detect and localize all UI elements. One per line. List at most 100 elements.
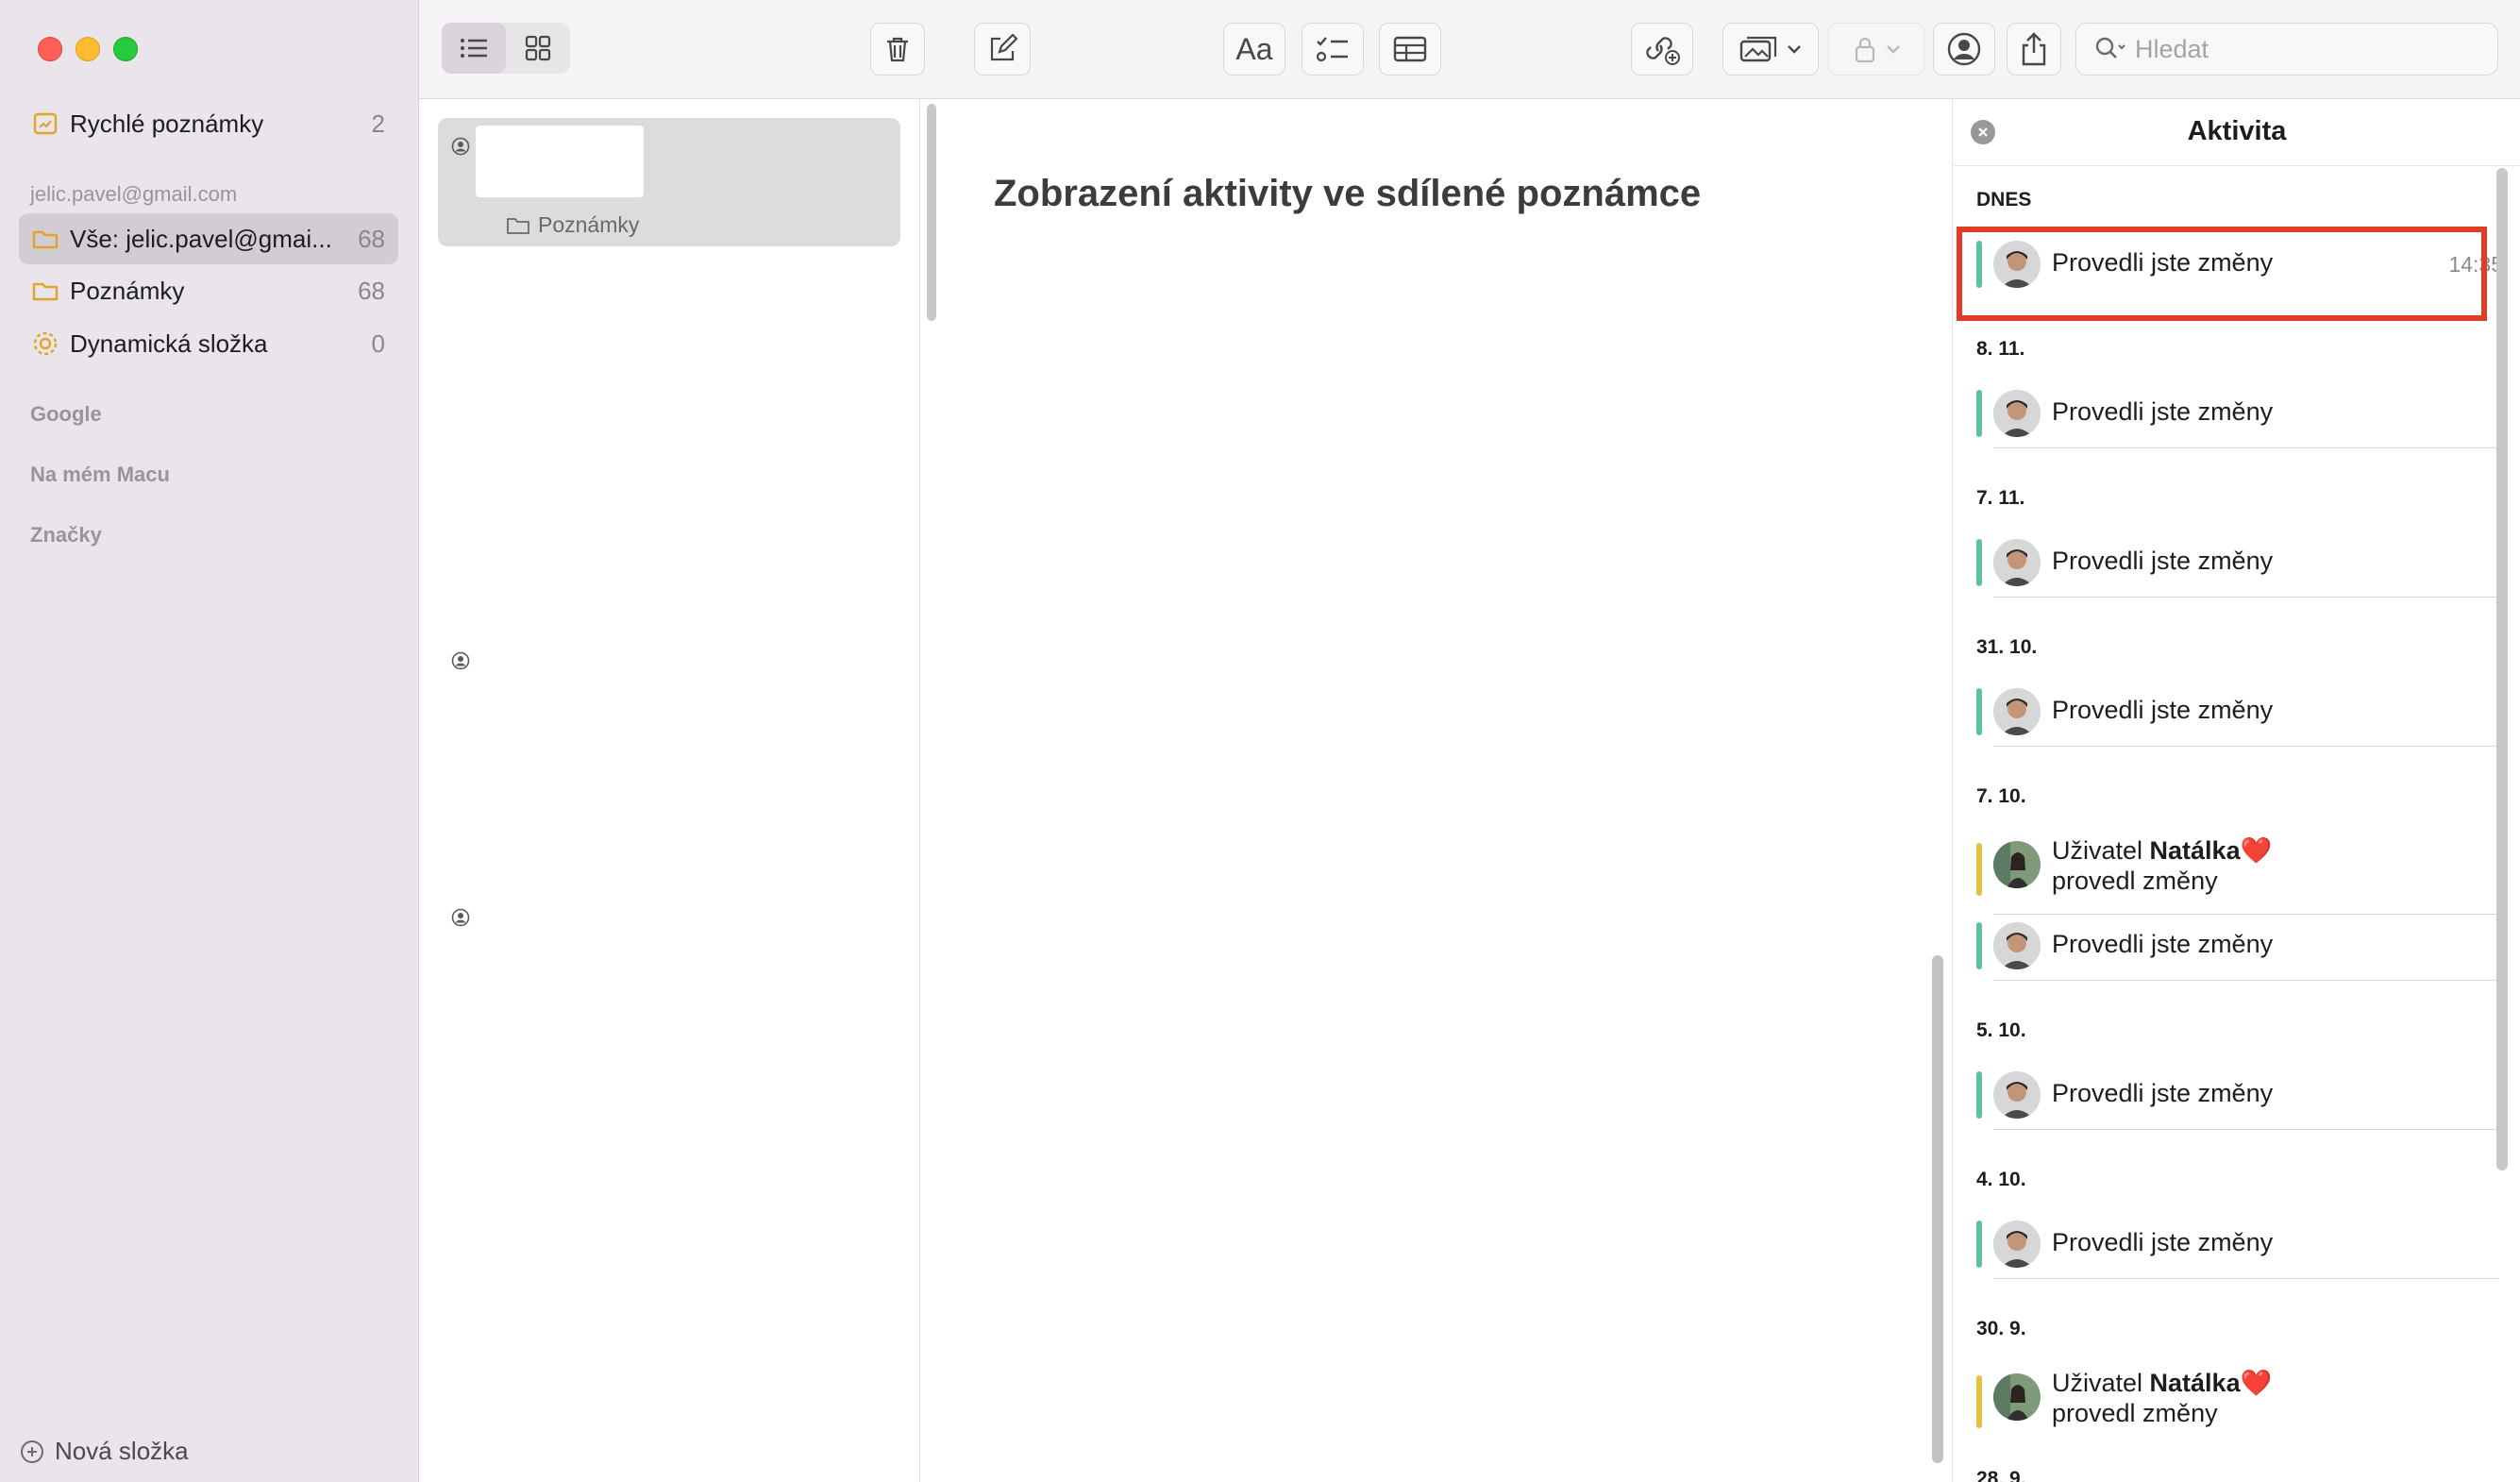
new-folder-label: Nová složka	[55, 1437, 189, 1465]
gallery-view-button[interactable]	[506, 23, 570, 74]
minimize-window-button[interactable]	[76, 37, 100, 61]
activity-scrollbar[interactable]	[2496, 168, 2508, 1170]
media-button[interactable]	[1722, 23, 1819, 76]
avatar	[1993, 1071, 2041, 1119]
avatar	[1993, 1373, 2041, 1421]
avatar	[1993, 539, 2041, 586]
entry-prefix: Uživatel	[2052, 836, 2150, 865]
sidebar-item-all[interactable]: Vše: jelic.pavel@gmai... 68	[19, 213, 398, 264]
activity-entry-text: Uživatel Natálka❤️	[2052, 1368, 2272, 1398]
activity-entry-text: Provedli jste změny	[2052, 397, 2274, 426]
shared-note-icon	[451, 908, 470, 927]
activity-entry-text: Provedli jste změny	[2052, 1079, 2274, 1107]
lock-button[interactable]	[1828, 23, 1924, 76]
folder-icon	[506, 215, 530, 236]
link-add-icon	[1643, 32, 1681, 66]
photo-icon	[1739, 34, 1781, 64]
folder-icon	[30, 276, 60, 306]
notes-list: Poznámky	[419, 99, 920, 1482]
self-color-bar	[1976, 1071, 1982, 1119]
note-title[interactable]: Zobrazení aktivity ve sdílené poznámce	[994, 173, 1701, 215]
note-folder-label: Poznámky	[538, 212, 640, 237]
note-folder: Poznámky	[506, 212, 639, 238]
note-thumbnail	[476, 126, 644, 197]
activity-entry[interactable]: Provedli jste změny	[1976, 1064, 2520, 1130]
table-button[interactable]	[1379, 23, 1441, 76]
person-circle-icon	[1945, 30, 1983, 68]
activity-entry[interactable]: Provedli jste změny	[1976, 915, 2520, 981]
entry-prefix: Uživatel	[2052, 1369, 2150, 1397]
search-icon	[2093, 35, 2127, 63]
editor-scrollbar[interactable]	[1932, 955, 1943, 1463]
user-name: Natálka	[2149, 1369, 2241, 1397]
divider	[1993, 597, 2499, 598]
folder-icon	[30, 224, 60, 254]
share-activity-button[interactable]	[1933, 23, 1995, 76]
activity-entry-suffix: provedl změny	[2052, 1399, 2218, 1427]
gear-icon	[30, 328, 60, 359]
new-folder-button[interactable]: Nová složka	[19, 1437, 189, 1466]
activity-entry-suffix: provedl změny	[2052, 867, 2218, 895]
avatar	[1993, 390, 2041, 437]
activity-entry[interactable]: Provedli jste změny	[1976, 382, 2520, 448]
user-name: Natálka	[2149, 836, 2241, 865]
activity-entry-text: Provedli jste změny	[2052, 696, 2274, 724]
activity-entry-text: Uživatel Natálka❤️	[2052, 835, 2272, 866]
notes-list-scrollbar[interactable]	[927, 104, 936, 321]
activity-entry[interactable]: Uživatel Natálka❤️ provedl změny	[1976, 1368, 2520, 1443]
collaborate-button[interactable]	[1631, 23, 1693, 76]
list-view-button[interactable]	[442, 23, 506, 74]
activity-date: 31. 10.	[1976, 636, 2038, 658]
sidebar-item-quick-notes[interactable]: Rychlé poznámky 2	[19, 98, 398, 149]
format-button[interactable]: Aa	[1223, 23, 1285, 76]
heart-emoji: ❤️	[2240, 1369, 2273, 1397]
checklist-button[interactable]	[1302, 23, 1364, 76]
toolbar: Aa Hledat	[419, 0, 2520, 99]
activity-entry-text: Provedli jste změny	[2052, 930, 2274, 958]
activity-entry[interactable]: Provedli jste změny	[1976, 681, 2520, 747]
divider	[1993, 1129, 2499, 1130]
shared-note-icon	[451, 137, 470, 156]
activity-date: DNES	[1976, 189, 2032, 211]
new-note-button[interactable]	[974, 23, 1031, 76]
list-icon	[458, 34, 490, 62]
activity-date: 28. 9.	[1976, 1468, 2026, 1482]
sidebar-item-count: 0	[371, 328, 385, 358]
activity-entry-text: Provedli jste změny	[2052, 547, 2274, 575]
search-field[interactable]: Hledat	[2075, 23, 2498, 76]
activity-date: 30. 9.	[1976, 1318, 2026, 1339]
shared-note-icon	[451, 651, 470, 670]
plus-circle-icon	[19, 1439, 45, 1465]
activity-date: 4. 10.	[1976, 1169, 2026, 1190]
activity-date: 5. 10.	[1976, 1019, 2026, 1041]
note-editor[interactable]: Zobrazení aktivity ve sdílené poznámce	[949, 99, 1924, 1482]
sidebar-item-label: Poznámky	[70, 276, 185, 305]
note-list-item-selected[interactable]: Poznámky	[438, 118, 900, 246]
sidebar-item-label: Rychlé poznámky	[70, 109, 264, 138]
avatar	[1993, 688, 2041, 735]
activity-entry-text: Provedli jste změny	[2052, 1228, 2274, 1256]
self-color-bar	[1976, 922, 1982, 969]
activity-date: 8. 11.	[1976, 338, 2025, 360]
share-button[interactable]	[2007, 23, 2061, 76]
activity-entry[interactable]: Uživatel Natálka❤️ provedl změny	[1976, 835, 2520, 915]
close-window-button[interactable]	[38, 37, 62, 61]
activity-entry[interactable]: Provedli jste změny	[1976, 1213, 2520, 1279]
sidebar-section-tags[interactable]: Značky	[30, 523, 102, 547]
chevron-down-icon	[1787, 43, 1802, 55]
sidebar: Rychlé poznámky 2 jelic.pavel@gmail.com …	[0, 0, 419, 1482]
heart-emoji: ❤️	[2240, 836, 2273, 865]
sidebar-item-notes[interactable]: Poznámky 68	[19, 265, 398, 316]
zoom-window-button[interactable]	[113, 37, 138, 61]
sidebar-item-smart-folder[interactable]: Dynamická složka 0	[19, 318, 398, 369]
view-mode-toggle[interactable]	[442, 23, 570, 74]
divider	[1993, 746, 2499, 747]
activity-entry[interactable]: Provedli jste změny	[1976, 531, 2520, 598]
self-color-bar	[1976, 390, 1982, 437]
sidebar-section-on-my-mac[interactable]: Na mém Macu	[30, 463, 170, 487]
chevron-down-icon	[1886, 43, 1901, 55]
divider	[1993, 980, 2499, 981]
sidebar-section-google[interactable]: Google	[30, 402, 102, 427]
delete-button[interactable]	[870, 23, 925, 76]
sidebar-item-count: 2	[371, 109, 385, 138]
